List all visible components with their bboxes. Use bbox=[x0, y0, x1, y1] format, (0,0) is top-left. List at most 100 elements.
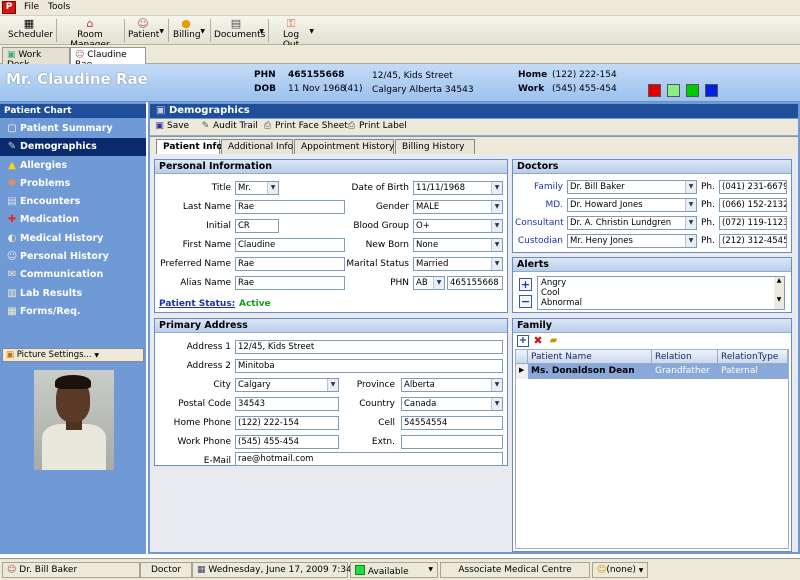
add-alert-button[interactable]: + bbox=[519, 278, 532, 291]
sidebar-item-forms[interactable]: ▦ Forms/Req. bbox=[0, 303, 146, 321]
billing-button[interactable]: ● Billing ▼ bbox=[173, 18, 205, 43]
sidebar-item-personal-history[interactable]: ☺ Personal History bbox=[0, 248, 146, 266]
audit-trail-button[interactable]: ✎ Audit Trail bbox=[200, 121, 258, 132]
alias-name-input[interactable]: Rae bbox=[235, 276, 345, 290]
initial-input[interactable]: CR bbox=[235, 219, 279, 233]
room-manager-button[interactable]: ⌂ Room Manager bbox=[60, 18, 120, 51]
family-doctor-select[interactable]: Dr. Bill Baker ▼ bbox=[567, 180, 697, 194]
save-button[interactable]: ▣ Save bbox=[154, 121, 189, 132]
home-phone-input[interactable]: (122) 222-154 bbox=[235, 416, 339, 430]
country-select[interactable]: Canada ▼ bbox=[401, 397, 503, 411]
consultant-phone[interactable]: (072) 119-1123 bbox=[719, 216, 787, 230]
custodian-link[interactable]: Custodian bbox=[515, 236, 563, 246]
sidebar-item-demographics[interactable]: ✎ Demographics bbox=[0, 138, 146, 156]
sidebar-item-medical-history[interactable]: ◐ Medical History bbox=[0, 230, 146, 248]
custodian-select[interactable]: Mr. Heny Jones ▼ bbox=[567, 234, 697, 248]
print-label-button[interactable]: ⎙ Print Label bbox=[346, 121, 407, 132]
postal-code-input[interactable]: 34543 bbox=[235, 397, 339, 411]
delete-family-button[interactable]: ✖ bbox=[532, 335, 544, 347]
first-name-input[interactable]: Claudine bbox=[235, 238, 345, 252]
logout-button[interactable]: ⚿ Log Out ▼ bbox=[274, 18, 314, 51]
col-patient-name[interactable]: Patient Name bbox=[528, 350, 652, 364]
family-name-cell[interactable]: Ms. Donaldson Dean bbox=[528, 364, 652, 379]
marital-status-select[interactable]: Married ▼ bbox=[413, 257, 503, 271]
consultant-select[interactable]: Dr. A. Christin Lundgren ▼ bbox=[567, 216, 697, 230]
status-centre: Associate Medical Centre bbox=[440, 562, 590, 578]
tab-billing-history[interactable]: Billing History bbox=[395, 139, 475, 154]
family-doctor-link[interactable]: Family bbox=[515, 182, 563, 192]
last-name-input[interactable]: Rae bbox=[235, 200, 345, 214]
scheduler-button[interactable]: ▦ Scheduler bbox=[8, 18, 54, 43]
col-relation-type[interactable]: RelationType bbox=[718, 350, 788, 364]
logout-dropdown-icon[interactable]: ▼ bbox=[309, 28, 314, 35]
extn-input[interactable] bbox=[401, 435, 503, 449]
alert-item[interactable]: Abnormal bbox=[541, 298, 582, 308]
cell-input[interactable]: 54554554 bbox=[401, 416, 503, 430]
documents-button[interactable]: ▤ Documents ▼ bbox=[214, 18, 265, 43]
sidebar-item-problems[interactable]: ✱ Problems bbox=[0, 175, 146, 193]
scroll-down-icon[interactable]: ▼ bbox=[774, 296, 784, 303]
chevron-down-icon: ▼ bbox=[685, 181, 696, 193]
availability-select[interactable]: Available ▼ bbox=[350, 562, 438, 578]
remove-alert-button[interactable]: − bbox=[519, 295, 532, 308]
open-family-button[interactable]: ▰ bbox=[547, 335, 560, 347]
alert-item[interactable]: Angry bbox=[541, 278, 582, 288]
md-doctor-link[interactable]: MD. bbox=[515, 200, 563, 210]
picture-settings-button[interactable]: ▣ Picture Settings... ▼ bbox=[2, 348, 144, 362]
patient-button[interactable]: ☺ Patient ▼ bbox=[128, 18, 164, 43]
preferred-name-input[interactable]: Rae bbox=[235, 257, 345, 271]
patient-header: Mr. Claudine Rae PHN 465155668 DOB 11 No… bbox=[0, 64, 800, 102]
chevron-down-icon: ▼ bbox=[491, 220, 502, 232]
province-select[interactable]: Alberta ▼ bbox=[401, 378, 503, 392]
alerts-list[interactable]: Angry Cool Abnormal ▲ ▼ bbox=[537, 276, 785, 310]
print-face-sheet-button[interactable]: ⎙ Print Face Sheet bbox=[262, 121, 348, 132]
tab-additional-info[interactable]: Additional Info bbox=[221, 139, 293, 154]
table-row[interactable]: ▶ Ms. Donaldson Dean Grandfather Paterna… bbox=[516, 364, 788, 379]
alerts-scrollbar[interactable]: ▲ ▼ bbox=[774, 277, 784, 309]
phn-province-select[interactable]: AB ▼ bbox=[413, 276, 445, 290]
tab-work-desk[interactable]: ▣ Work Desk bbox=[2, 47, 70, 70]
address1-input[interactable]: 12/45, Kids Street bbox=[235, 340, 503, 354]
family-relation-cell[interactable]: Grandfather bbox=[652, 364, 718, 379]
phn-input[interactable]: 465155668 bbox=[447, 276, 503, 290]
audit-trail-icon: ✎ bbox=[201, 121, 210, 131]
gender-select[interactable]: MALE ▼ bbox=[413, 200, 503, 214]
status-none-select[interactable]: ☺(none) ▼ bbox=[592, 562, 648, 578]
sidebar-item-communication[interactable]: ✉ Communication bbox=[0, 266, 146, 284]
sidebar-item-medication[interactable]: ✚ Medication bbox=[0, 211, 146, 229]
consultant-link[interactable]: Consultant bbox=[515, 218, 564, 228]
alert-item[interactable]: Cool bbox=[541, 288, 582, 298]
patient-dropdown-icon[interactable]: ▼ bbox=[159, 28, 164, 35]
work-phone-input[interactable]: (545) 455-454 bbox=[235, 435, 339, 449]
tab-appointment-history[interactable]: Appointment History bbox=[294, 139, 394, 154]
blood-group-select[interactable]: O+ ▼ bbox=[413, 219, 503, 233]
header-phn-label: PHN bbox=[254, 70, 276, 80]
menu-tools[interactable]: Tools bbox=[48, 2, 70, 12]
custodian-phone[interactable]: (212) 312-4545 bbox=[719, 234, 787, 248]
patient-status-link[interactable]: Patient Status: bbox=[159, 299, 235, 309]
tab-patient-info[interactable]: Patient Info bbox=[156, 139, 223, 154]
sidebar-item-patient-summary[interactable]: ▢ Patient Summary bbox=[0, 120, 146, 138]
sidebar-item-encounters[interactable]: ▤ Encounters bbox=[0, 193, 146, 211]
sidebar-item-allergies[interactable]: ▲ Allergies bbox=[0, 157, 146, 175]
scheduler-label: Scheduler bbox=[8, 30, 54, 40]
scroll-up-icon[interactable]: ▲ bbox=[774, 277, 784, 284]
md-doctor-select[interactable]: Dr. Howard Jones ▼ bbox=[567, 198, 697, 212]
menu-file[interactable]: File bbox=[24, 2, 39, 12]
title-select[interactable]: Mr. ▼ bbox=[235, 181, 279, 195]
family-doctor-phone[interactable]: (041) 231-6679 bbox=[719, 180, 787, 194]
city-select[interactable]: Calgary ▼ bbox=[235, 378, 339, 392]
email-input[interactable]: rae@hotmail.com bbox=[235, 452, 503, 466]
sidebar-item-lab-results[interactable]: ▥ Lab Results bbox=[0, 285, 146, 303]
documents-dropdown-icon[interactable]: ▼ bbox=[259, 28, 264, 35]
billing-dropdown-icon[interactable]: ▼ bbox=[200, 28, 205, 35]
add-family-button[interactable]: + bbox=[517, 335, 529, 347]
tab-patient-record[interactable]: ☺ Claudine Rae bbox=[70, 47, 146, 70]
family-type-cell[interactable]: Paternal bbox=[718, 364, 788, 379]
dob-picker[interactable]: 11/11/1968 ▼ bbox=[413, 181, 503, 195]
new-born-select[interactable]: None ▼ bbox=[413, 238, 503, 252]
md-doctor-phone[interactable]: (066) 152-2132 bbox=[719, 198, 787, 212]
address2-input[interactable]: Minitoba bbox=[235, 359, 503, 373]
col-relation[interactable]: Relation bbox=[652, 350, 718, 364]
save-label: Save bbox=[167, 121, 190, 131]
